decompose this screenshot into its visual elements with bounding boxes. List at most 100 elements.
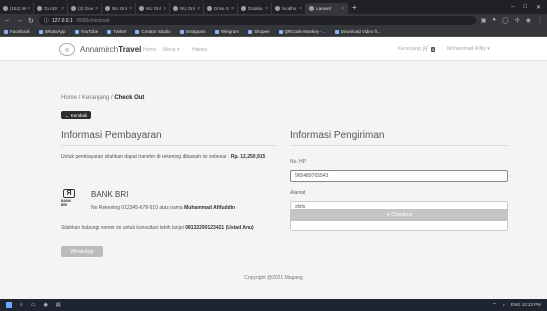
bookmark-icon (4, 29, 8, 34)
tab-favicon-icon (173, 6, 178, 11)
close-tab-icon[interactable]: × (265, 6, 268, 12)
extensions-area: ▣ ● ◯ ✣ ◉ ⋮ (481, 17, 543, 24)
browser-tab[interactable]: localho × (272, 3, 306, 14)
task-view-icon[interactable]: ▭ (31, 302, 36, 308)
contact-instructions: Silahkan hubungi nomer ini untuk konsult… (61, 225, 254, 231)
system-tray: ⌔ ♪ ENG 10:22 PM (492, 302, 541, 308)
bookmark-item[interactable]: Download Video fr... (334, 29, 381, 34)
bank-logo: Я BANK BRI (61, 189, 77, 207)
nav-cart[interactable]: Keranjang 🛒 0 (398, 46, 436, 52)
browser-tab[interactable]: GLADI × (34, 3, 68, 14)
divider (61, 145, 276, 146)
bookmark-item[interactable]: Creator Studio (135, 29, 171, 34)
extension-icon[interactable]: ● (492, 17, 496, 24)
bookmark-item[interactable]: YouTube (74, 29, 98, 34)
nav-link-history[interactable]: History (192, 47, 208, 53)
whatsapp-button[interactable]: WhatsApp (61, 246, 103, 257)
close-tab-icon[interactable]: × (197, 6, 200, 12)
breadcrumb-cart[interactable]: Keranjang (82, 95, 109, 101)
menu-dots-icon[interactable]: ⋮ (537, 17, 543, 24)
phone-field[interactable] (290, 170, 508, 182)
puzzle-icon[interactable]: ✣ (515, 17, 520, 24)
browser-tab[interactable]: NU Onl × (102, 3, 136, 14)
shipping-heading: Informasi Pengiriman (290, 130, 385, 141)
bookmark-icon (248, 29, 253, 34)
bookmark-item[interactable]: WhatsApp (38, 29, 66, 34)
bank-account-info: No Rekening 012345-678-910 atas nama Muh… (91, 205, 236, 211)
cart-count-badge: 0 (431, 46, 436, 52)
bookmark-icon (38, 29, 43, 34)
checkout-button[interactable]: ➜ Checkout (290, 209, 508, 221)
close-tab-icon[interactable]: × (61, 6, 64, 12)
back-button[interactable]: ← Kembali (61, 111, 92, 119)
web-page: ◎ AnnamirchTravel Home Menu ▾ History Ke… (0, 37, 547, 299)
browser-tab[interactable]: Databa × (238, 3, 272, 14)
account-number: 012345-678-910 (121, 205, 158, 211)
bookmark-item[interactable]: QRCode Monkey -... (278, 29, 326, 34)
payment-amount: Rp. 12,250,915 (230, 154, 266, 160)
tab-favicon-icon (139, 6, 144, 11)
close-tab-icon[interactable]: × (231, 6, 234, 12)
folder-taskbar-icon[interactable]: ▤ (56, 302, 61, 308)
bookmark-item[interactable]: Telegram (214, 29, 239, 34)
browser-tab[interactable]: NU Onl × (170, 3, 204, 14)
phone-label: No. HP (290, 159, 307, 165)
clock[interactable]: ENG 10:22 PM (511, 302, 541, 308)
user-menu[interactable]: Mohammad Rifky ▾ (447, 46, 490, 52)
bookmark-item[interactable]: Instagram (179, 29, 206, 34)
minimize-icon[interactable]: – (511, 4, 514, 11)
os-taskbar: ⌕ ▭ ◉ ▤ ⌔ ♪ ENG 10:22 PM (0, 299, 547, 311)
close-tab-icon[interactable]: × (95, 6, 98, 12)
browser-taskbar-icon[interactable]: ◉ (44, 302, 48, 308)
bookmark-icon (334, 29, 339, 34)
start-menu-icon[interactable] (6, 302, 12, 308)
maximize-icon[interactable]: □ (523, 4, 527, 11)
bookmark-item[interactable]: Twitter (107, 29, 126, 34)
volume-icon[interactable]: ♪ (502, 302, 504, 308)
bookmark-icon (179, 29, 184, 34)
bookmark-item[interactable]: Shopee (248, 29, 270, 34)
back-arrow-icon[interactable]: ← (4, 17, 11, 24)
profile-avatar-icon[interactable]: ◉ (526, 17, 531, 24)
site-brand[interactable]: AnnamirchTravel (80, 45, 141, 54)
close-tab-icon[interactable]: × (27, 6, 30, 12)
close-tab-icon[interactable]: × (299, 6, 302, 12)
tab-favicon-icon (275, 6, 280, 11)
site-navbar: ◎ AnnamirchTravel Home Menu ▾ History Ke… (0, 37, 547, 61)
tab-favicon-icon (241, 6, 246, 11)
url-input[interactable]: ⓘ 127.0.0.1:8000/checkout (38, 16, 476, 25)
close-tab-icon[interactable]: × (163, 6, 166, 12)
site-footer: Copyright @2021 Magang (244, 275, 303, 281)
bookmark-item[interactable]: Facebook (4, 29, 30, 34)
forward-arrow-icon[interactable]: → (16, 17, 23, 24)
tab-favicon-icon (3, 6, 8, 11)
tab-favicon-icon (309, 6, 314, 11)
payment-instructions: Untuk pembayaran silahkan dapat transfer… (61, 154, 266, 160)
nav-link-menu[interactable]: Menu ▾ (163, 47, 179, 53)
tab-favicon-icon (207, 6, 212, 11)
extension-icon[interactable]: ◯ (502, 17, 509, 24)
address-label: Alamat (290, 190, 306, 196)
extension-icon[interactable]: ▣ (481, 17, 487, 24)
site-logo-icon[interactable]: ◎ (59, 43, 75, 56)
close-tab-icon[interactable]: × (341, 6, 344, 12)
browser-tab[interactable]: (2) Gee × (68, 3, 102, 14)
bri-logo-icon: Я (63, 189, 75, 198)
info-icon[interactable]: ⓘ (44, 17, 49, 24)
browser-tab-active[interactable]: Laravel × (306, 3, 348, 14)
payment-heading: Informasi Pembayaran (61, 130, 162, 141)
bookmarks-bar: Facebook WhatsApp YouTube Twitter Creato… (0, 27, 547, 37)
close-window-icon[interactable]: ✕ (536, 4, 541, 11)
search-icon[interactable]: ⌕ (20, 302, 23, 308)
network-icon[interactable]: ⌔ (492, 302, 496, 308)
breadcrumb-home[interactable]: Home (61, 95, 77, 101)
browser-tab[interactable]: (152) W × (0, 3, 34, 14)
close-tab-icon[interactable]: × (129, 6, 132, 12)
bookmark-icon (278, 29, 283, 34)
browser-tab[interactable]: NU Onl × (136, 3, 170, 14)
browser-tab[interactable]: Drive S × (204, 3, 238, 14)
reload-icon[interactable]: ↻ (28, 17, 34, 25)
nav-link-home[interactable]: Home (143, 47, 156, 53)
new-tab-icon[interactable]: + (352, 3, 357, 12)
divider (290, 145, 508, 146)
